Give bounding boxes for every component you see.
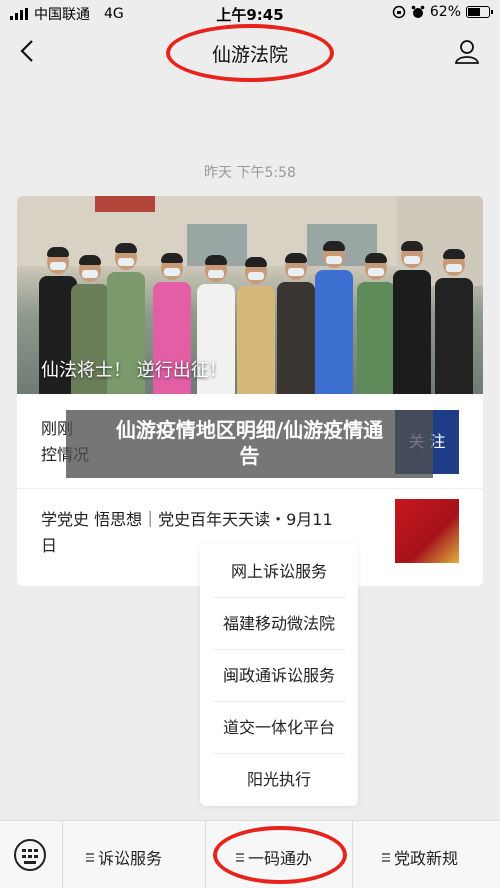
overlay-banner: 仙游疫情地区明细/仙游疫情通 告 <box>66 410 433 478</box>
menu-lines-icon <box>86 852 94 862</box>
alarm-icon <box>411 5 425 18</box>
keyboard-icon[interactable] <box>14 839 46 871</box>
rotation-lock-icon <box>392 5 406 19</box>
bottom-menu-party-rules[interactable]: 党政新规 <box>382 845 458 869</box>
bottom-menu-litigation[interactable]: 诉讼服务 <box>86 845 162 869</box>
message-timestamp: 昨天 下午5:58 <box>204 165 296 181</box>
article-card[interactable]: 仙法将士！ 逆行出征！ 刚刚 控情况 关 注 学党史 悟思想｜党史百年天天读・9… <box>17 196 483 586</box>
menu-item-traffic-platform[interactable]: 道交一体化平台 <box>212 702 346 753</box>
popup-menu: 网上诉讼服务 福建移动微法院 闽政通诉讼服务 道交一体化平台 阳光执行 <box>200 544 358 806</box>
bottom-highlight-circle <box>213 826 347 884</box>
menu-item-fujian-mobile-court[interactable]: 福建移动微法院 <box>212 598 346 649</box>
article-thumbnail-2 <box>395 499 459 563</box>
title-highlight-circle <box>166 24 334 82</box>
menu-lines-icon <box>382 852 390 862</box>
menu-item-sunshine-enforcement[interactable]: 阳光执行 <box>212 754 346 805</box>
battery-percent: 62% <box>429 4 461 20</box>
cover-caption: 仙法将士！ 逆行出征！ <box>41 360 227 381</box>
status-right: 62% <box>392 4 493 20</box>
battery-icon <box>466 6 493 18</box>
menu-item-online-litigation[interactable]: 网上诉讼服务 <box>212 546 346 597</box>
cover-image[interactable]: 仙法将士！ 逆行出征！ <box>17 196 483 394</box>
status-bar: 中国联通 4G 上午9:45 62% <box>0 0 500 26</box>
profile-icon[interactable] <box>454 38 480 64</box>
menu-item-mzt-litigation[interactable]: 闽政通诉讼服务 <box>212 650 346 701</box>
